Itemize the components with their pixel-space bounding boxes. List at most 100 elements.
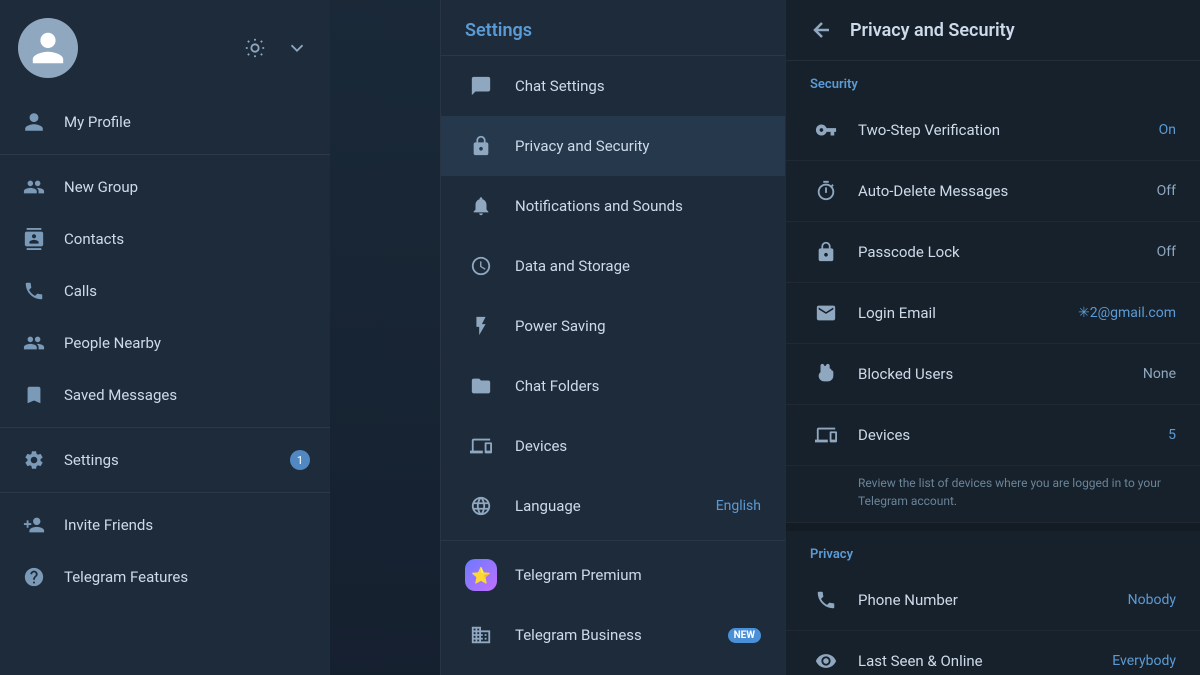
- sidebar-item-label: Telegram Features: [64, 568, 188, 586]
- sidebar-item-label: Invite Friends: [64, 516, 153, 534]
- settings-item-label: Language: [515, 497, 698, 515]
- privacy-item-devices[interactable]: Devices 5: [786, 405, 1200, 466]
- privacy-item-label: Phone Number: [858, 591, 1112, 609]
- bolt-icon: [465, 310, 497, 342]
- privacy-item-label: Passcode Lock: [858, 243, 1141, 261]
- sidebar-item-people-nearby[interactable]: People Nearby: [0, 317, 330, 369]
- device-icon: [465, 430, 497, 462]
- privacy-item-last-seen[interactable]: Last Seen & Online Everybody: [786, 631, 1200, 675]
- sidebar-item-contacts[interactable]: Contacts: [0, 213, 330, 265]
- security-section-label: Security: [786, 61, 1200, 100]
- settings-item-label: Telegram Premium: [515, 566, 761, 584]
- settings-item-telegram-premium[interactable]: ⭐ Telegram Premium: [441, 545, 785, 605]
- globe-icon: [465, 490, 497, 522]
- settings-item-gift-premium[interactable]: Gift Premium: [441, 665, 785, 675]
- email-icon: [810, 297, 842, 329]
- privacy-item-label: Blocked Users: [858, 365, 1127, 383]
- privacy-item-value: None: [1143, 366, 1176, 382]
- privacy-item-label: Login Email: [858, 304, 1062, 322]
- sidebar-header-icons: [240, 33, 312, 63]
- theme-toggle-button[interactable]: [240, 33, 270, 63]
- timer-icon: [810, 175, 842, 207]
- settings-item-devices[interactable]: Devices: [441, 416, 785, 476]
- settings-item-label: Chat Folders: [515, 377, 761, 395]
- privacy-item-phone-number[interactable]: Phone Number Nobody: [786, 570, 1200, 631]
- privacy-panel: Privacy and Security Security Two-Step V…: [785, 0, 1200, 675]
- privacy-item-label: Two-Step Verification: [858, 121, 1143, 139]
- key-icon: [810, 114, 842, 146]
- sidebar-item-my-profile[interactable]: My Profile: [0, 96, 330, 148]
- settings-title: Settings: [465, 20, 532, 41]
- eye-icon: [810, 645, 842, 675]
- settings-item-data-storage[interactable]: Data and Storage: [441, 236, 785, 296]
- settings-header: Settings: [441, 0, 785, 56]
- add-person-icon: [20, 511, 48, 539]
- sidebar: My Profile New Group Contacts: [0, 0, 330, 675]
- group-icon: [20, 173, 48, 201]
- privacy-item-auto-delete[interactable]: Auto-Delete Messages Off: [786, 161, 1200, 222]
- collapse-button[interactable]: [282, 33, 312, 63]
- sidebar-divider-1: [0, 154, 330, 155]
- settings-divider: [441, 540, 785, 541]
- privacy-item-label: Devices: [858, 426, 1152, 444]
- privacy-section-label: Privacy: [786, 531, 1200, 570]
- privacy-item-two-step[interactable]: Two-Step Verification On: [786, 100, 1200, 161]
- privacy-item-value: On: [1159, 122, 1176, 138]
- settings-icon: [20, 446, 48, 474]
- bell-icon: [465, 190, 497, 222]
- sidebar-item-calls[interactable]: Calls: [0, 265, 330, 317]
- sidebar-item-label: Contacts: [64, 230, 124, 248]
- settings-item-label: Privacy and Security: [515, 137, 761, 155]
- settings-item-telegram-business[interactable]: Telegram Business NEW: [441, 605, 785, 665]
- phone-privacy-icon: [810, 584, 842, 616]
- back-button[interactable]: [810, 18, 834, 42]
- settings-item-value: English: [716, 498, 761, 514]
- new-badge: NEW: [728, 628, 761, 643]
- settings-item-label: Data and Storage: [515, 257, 761, 275]
- contacts-icon: [20, 225, 48, 253]
- settings-item-notifications[interactable]: Notifications and Sounds: [441, 176, 785, 236]
- privacy-header: Privacy and Security: [786, 0, 1200, 61]
- privacy-item-label: Auto-Delete Messages: [858, 182, 1141, 200]
- settings-item-label: Chat Settings: [515, 77, 761, 95]
- settings-panel: Settings Chat Settings Privacy and Secur…: [440, 0, 785, 675]
- privacy-item-value: Nobody: [1128, 592, 1176, 608]
- sidebar-item-label: New Group: [64, 178, 138, 196]
- devices-note: Review the list of devices where you are…: [786, 466, 1200, 523]
- privacy-item-passcode-lock[interactable]: Passcode Lock Off: [786, 222, 1200, 283]
- help-icon: [20, 563, 48, 591]
- avatar[interactable]: [18, 18, 78, 78]
- settings-item-power-saving[interactable]: Power Saving: [441, 296, 785, 356]
- sidebar-divider-2: [0, 427, 330, 428]
- chat-blur-overlay: [330, 0, 440, 675]
- sidebar-item-saved-messages[interactable]: Saved Messages: [0, 369, 330, 421]
- sidebar-item-label: Calls: [64, 282, 97, 300]
- settings-item-privacy-security[interactable]: Privacy and Security: [441, 116, 785, 176]
- sidebar-item-new-group[interactable]: New Group: [0, 161, 330, 213]
- bookmark-icon: [20, 381, 48, 409]
- clock-icon: [465, 250, 497, 282]
- privacy-item-value: ✳2@gmail.com: [1078, 305, 1176, 321]
- privacy-item-label: Last Seen & Online: [858, 652, 1096, 670]
- settings-item-chat-folders[interactable]: Chat Folders: [441, 356, 785, 416]
- sidebar-item-label: Settings: [64, 451, 119, 469]
- phone-icon: [20, 277, 48, 305]
- settings-item-label: Telegram Business: [515, 626, 710, 644]
- sidebar-item-invite-friends[interactable]: Invite Friends: [0, 499, 330, 551]
- settings-item-language[interactable]: Language English: [441, 476, 785, 536]
- privacy-item-value: 5: [1168, 427, 1176, 443]
- person-icon: [20, 108, 48, 136]
- privacy-item-blocked-users[interactable]: Blocked Users None: [786, 344, 1200, 405]
- privacy-item-value: Off: [1157, 244, 1176, 260]
- settings-item-label: Notifications and Sounds: [515, 197, 761, 215]
- chat-area: [330, 0, 440, 675]
- chat-icon: [465, 70, 497, 102]
- privacy-content: Security Two-Step Verification On Auto-D…: [786, 61, 1200, 675]
- privacy-item-login-email[interactable]: Login Email ✳2@gmail.com: [786, 283, 1200, 344]
- sidebar-item-telegram-features[interactable]: Telegram Features: [0, 551, 330, 603]
- settings-item-chat-settings[interactable]: Chat Settings: [441, 56, 785, 116]
- settings-badge: 1: [290, 450, 310, 470]
- settings-item-label: Power Saving: [515, 317, 761, 335]
- sidebar-item-settings[interactable]: Settings 1: [0, 434, 330, 486]
- privacy-panel-title: Privacy and Security: [850, 20, 1015, 41]
